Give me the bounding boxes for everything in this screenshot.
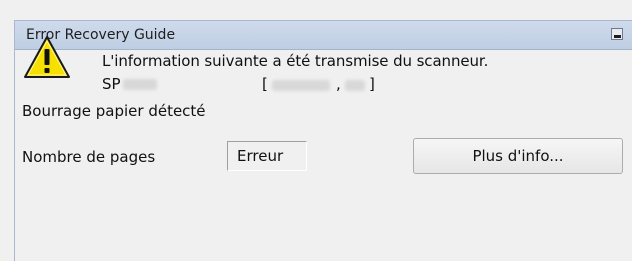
model-prefix: SP — [102, 75, 121, 93]
status-message: Bourrage papier détecté — [22, 102, 206, 120]
minimize-icon — [614, 35, 621, 38]
redacted-code — [272, 80, 330, 91]
redacted-model — [122, 79, 157, 90]
bracket-open: [ — [262, 75, 268, 93]
message-line-1: L'information suivante a été transmise d… — [102, 52, 489, 70]
warning-icon — [24, 36, 70, 78]
title-bar[interactable]: Error Recovery Guide — [15, 21, 632, 50]
redacted-code-2 — [345, 80, 365, 91]
more-info-button[interactable]: Plus d'info... — [413, 138, 623, 174]
scanner-info-line: SP — [102, 75, 157, 93]
minimize-button[interactable] — [611, 28, 623, 40]
separator: , — [336, 75, 341, 93]
bracket-close: ] — [369, 75, 375, 93]
page-count-value: Erreur — [227, 141, 307, 171]
page-count-label: Nombre de pages — [22, 148, 156, 166]
